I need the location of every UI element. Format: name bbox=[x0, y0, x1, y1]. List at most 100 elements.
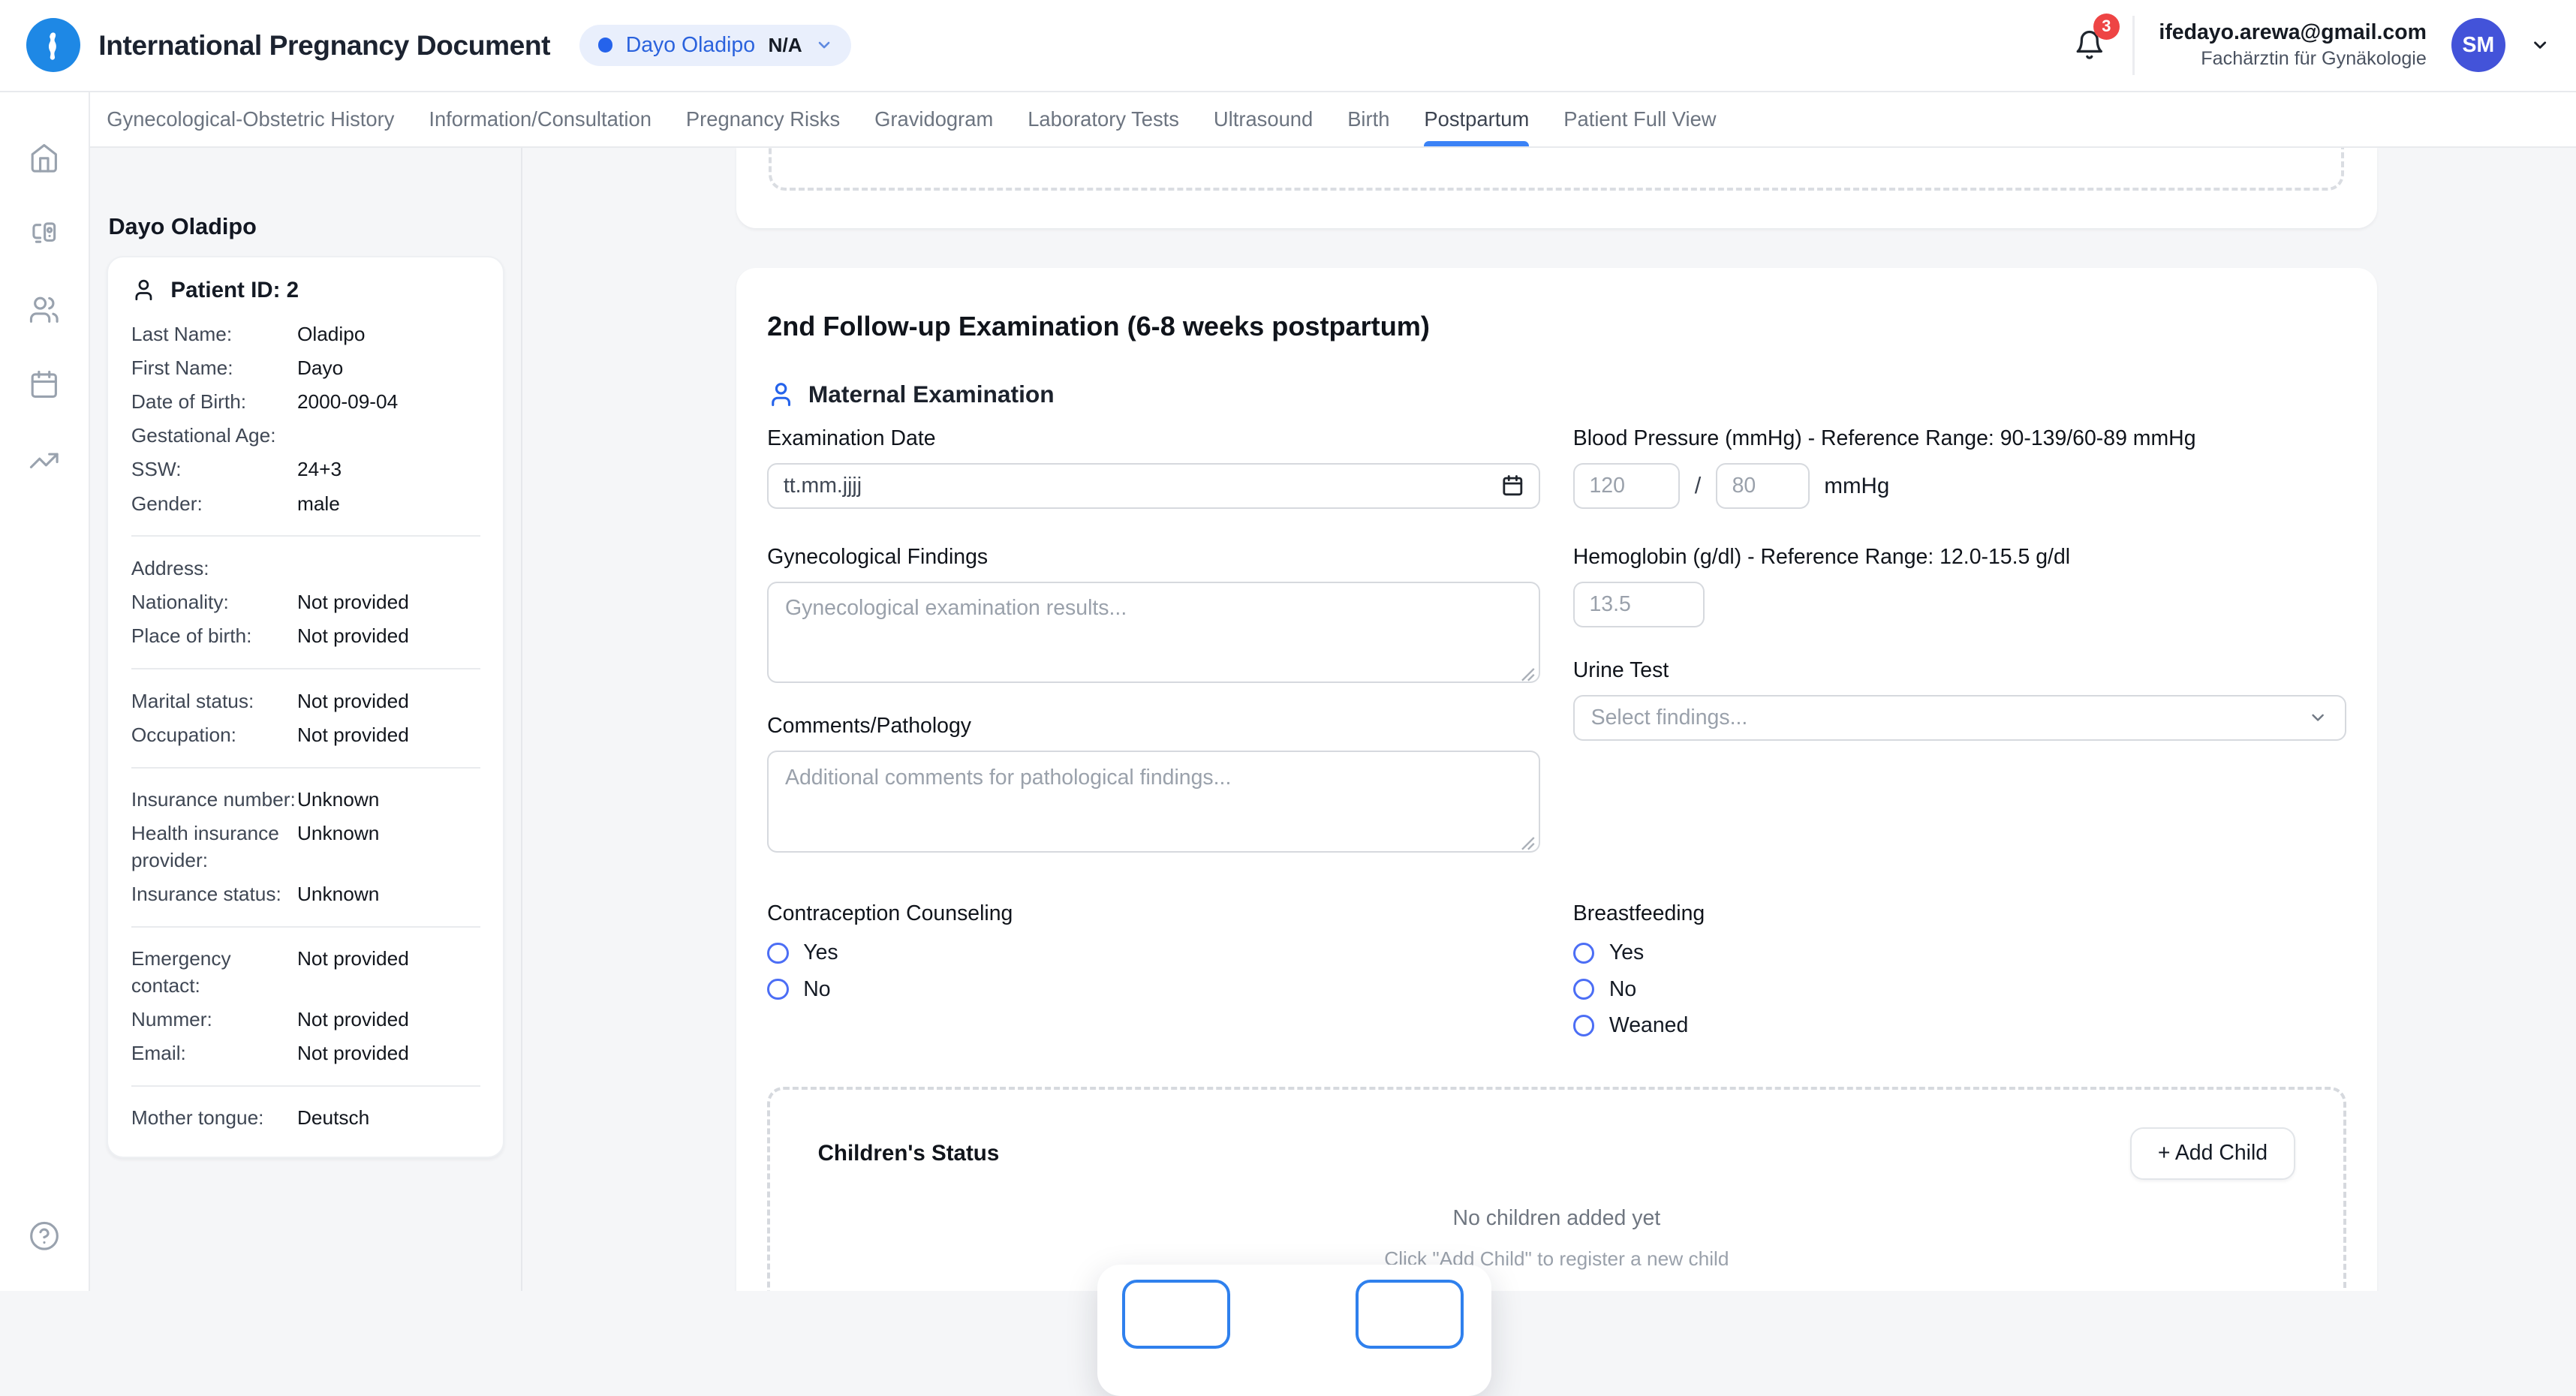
info-value: Deutsch bbox=[297, 1105, 369, 1131]
info-label: Nummer: bbox=[131, 1006, 297, 1033]
tab-birth[interactable]: Birth bbox=[1347, 92, 1389, 146]
tab-ultrasound[interactable]: Ultrasound bbox=[1214, 92, 1313, 146]
help-button[interactable] bbox=[29, 1220, 60, 1252]
examination-date-field[interactable] bbox=[767, 463, 1540, 509]
info-label: Marital status: bbox=[131, 688, 297, 715]
radio-label: Weaned bbox=[1609, 1013, 1688, 1038]
radio-button[interactable] bbox=[1573, 943, 1594, 964]
trending-up-icon bbox=[29, 445, 60, 477]
previous-section-card bbox=[736, 148, 2378, 228]
user-info[interactable]: ifedayo.arewa@gmail.com Fachärztin für G… bbox=[2159, 19, 2426, 71]
user-icon bbox=[767, 381, 795, 408]
hemoglobin-input[interactable] bbox=[1589, 592, 1688, 617]
info-label: Insurance status: bbox=[131, 881, 297, 907]
tab-gynecological-obstetric-history[interactable]: Gynecological-Obstetric History bbox=[107, 92, 394, 146]
tab-patient-full-view[interactable]: Patient Full View bbox=[1563, 92, 1716, 146]
radio-option-no[interactable]: No bbox=[1573, 971, 2346, 1007]
nav-patients[interactable] bbox=[29, 294, 60, 326]
info-value: Oladipo bbox=[297, 321, 365, 347]
nav-devices[interactable] bbox=[29, 218, 60, 250]
info-value: Not provided bbox=[297, 946, 409, 999]
notifications-button[interactable]: 3 bbox=[2070, 26, 2108, 64]
nav-analytics[interactable] bbox=[29, 445, 60, 477]
urine-test-label: Urine Test bbox=[1573, 659, 2346, 682]
floating-action-button-2[interactable] bbox=[1356, 1280, 1464, 1349]
info-value: Unknown bbox=[297, 820, 379, 874]
followup-exam-card: 2nd Follow-up Examination (6-8 weeks pos… bbox=[736, 268, 2378, 1292]
bp-systolic-input[interactable] bbox=[1589, 474, 1663, 498]
info-value: Dayo bbox=[297, 355, 343, 381]
patient-card-header: Patient ID: 2 bbox=[131, 278, 480, 303]
info-label: Emergency contact: bbox=[131, 946, 297, 999]
info-label: Gestational Age: bbox=[131, 423, 297, 449]
maternal-examination-header: Maternal Examination bbox=[767, 378, 2346, 411]
patient-info-row: Gestational Age: bbox=[131, 420, 480, 453]
info-value: Unknown bbox=[297, 787, 379, 813]
calendar-icon bbox=[29, 369, 60, 401]
blood-pressure-label: Blood Pressure (mmHg) - Reference Range:… bbox=[1573, 427, 2346, 450]
nav-home[interactable] bbox=[29, 143, 60, 174]
bp-diastolic-field[interactable] bbox=[1716, 463, 1810, 509]
patient-status-badge: N/A bbox=[769, 34, 802, 57]
users-icon bbox=[29, 294, 60, 326]
floating-action-button-1[interactable] bbox=[1122, 1280, 1230, 1349]
radio-button[interactable] bbox=[767, 943, 788, 964]
patient-info-row: Last Name:Oladipo bbox=[131, 317, 480, 351]
tab-pregnancy-risks[interactable]: Pregnancy Risks bbox=[686, 92, 840, 146]
avatar[interactable]: SM bbox=[2451, 18, 2505, 72]
tab-postpartum[interactable]: Postpartum bbox=[1424, 92, 1529, 146]
patient-info-row: Insurance status:Unknown bbox=[131, 877, 480, 911]
radio-option-no[interactable]: No bbox=[767, 971, 1540, 1007]
info-label: Gender: bbox=[131, 491, 297, 517]
previous-section-dashed-box bbox=[769, 148, 2344, 191]
comments-field bbox=[767, 751, 1540, 859]
radio-label: No bbox=[1609, 977, 1636, 1002]
calendar-icon[interactable] bbox=[1501, 474, 1524, 498]
radio-button[interactable] bbox=[1573, 979, 1594, 1000]
sidebar-patient-name: Dayo Oladipo bbox=[108, 214, 504, 240]
radio-option-weaned[interactable]: Weaned bbox=[1573, 1007, 2346, 1043]
gyn-findings-textarea[interactable] bbox=[767, 582, 1540, 684]
add-child-button[interactable]: + Add Child bbox=[2130, 1127, 2295, 1180]
tab-information-consultation[interactable]: Information/Consultation bbox=[429, 92, 652, 146]
info-label: Health insurance provider: bbox=[131, 820, 297, 874]
radio-option-yes[interactable]: Yes bbox=[1573, 935, 2346, 971]
nav-calendar[interactable] bbox=[29, 369, 60, 401]
divider bbox=[131, 926, 480, 928]
patient-info-row: Mother tongue:Deutsch bbox=[131, 1101, 480, 1135]
patient-info-row: Email:Not provided bbox=[131, 1036, 480, 1070]
monitor-smartphone-icon bbox=[29, 218, 60, 250]
info-label: Occupation: bbox=[131, 722, 297, 748]
patient-info-row: Occupation:Not provided bbox=[131, 718, 480, 752]
patient-selector[interactable]: Dayo Oladipo N/A bbox=[579, 25, 851, 66]
hemoglobin-field[interactable] bbox=[1573, 582, 1705, 627]
bp-diastolic-input[interactable] bbox=[1732, 474, 1793, 498]
user-menu-chevron-icon[interactable] bbox=[2530, 35, 2550, 55]
info-label: SSW: bbox=[131, 456, 297, 483]
children-status-title: Children's Status bbox=[818, 1141, 1000, 1166]
urine-test-select[interactable]: Select findings... bbox=[1573, 695, 2346, 741]
info-label: Place of birth: bbox=[131, 623, 297, 649]
patient-info-row: Health insurance provider:Unknown bbox=[131, 817, 480, 877]
examination-date-input[interactable] bbox=[784, 474, 1501, 498]
gyn-findings-field bbox=[767, 582, 1540, 690]
gyn-findings-label: Gynecological Findings bbox=[767, 546, 1540, 569]
form-grid: Examination Date Gynecological Findings bbox=[767, 427, 2346, 859]
info-value: 2000-09-04 bbox=[297, 389, 398, 415]
tab-gravidogram[interactable]: Gravidogram bbox=[874, 92, 993, 146]
patient-info-row: First Name:Dayo bbox=[131, 351, 480, 385]
patient-info-row: Nummer:Not provided bbox=[131, 1003, 480, 1036]
header-divider bbox=[2132, 16, 2134, 75]
user-icon bbox=[131, 278, 156, 302]
bp-systolic-field[interactable] bbox=[1573, 463, 1680, 509]
radio-button[interactable] bbox=[1573, 1015, 1594, 1036]
info-value: 24+3 bbox=[297, 456, 342, 483]
patient-info-row: Gender:male bbox=[131, 487, 480, 521]
radio-label: Yes bbox=[803, 940, 838, 965]
radio-option-yes[interactable]: Yes bbox=[767, 935, 1540, 971]
tab-laboratory-tests[interactable]: Laboratory Tests bbox=[1028, 92, 1179, 146]
radio-button[interactable] bbox=[767, 979, 788, 1000]
app-logo bbox=[26, 18, 80, 72]
floating-action-panel bbox=[1097, 1265, 1491, 1396]
comments-textarea[interactable] bbox=[767, 751, 1540, 853]
